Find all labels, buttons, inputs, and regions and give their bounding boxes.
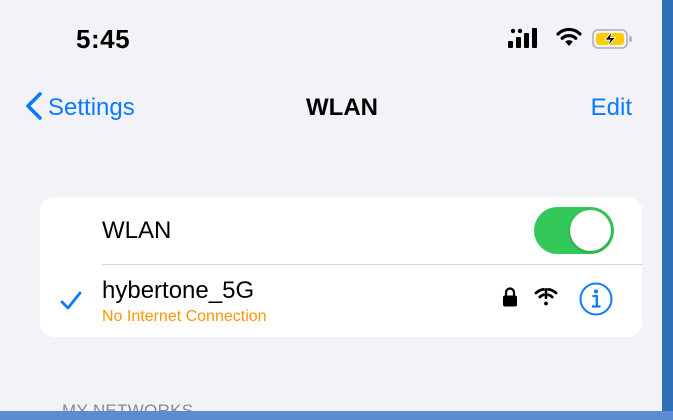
window-frame-right <box>662 0 673 420</box>
network-status: No Internet Connection <box>102 308 267 325</box>
status-icons <box>508 26 638 50</box>
network-name: hybertone_5G <box>102 277 255 304</box>
page-title: WLAN <box>0 94 662 122</box>
status-time: 5:45 <box>76 24 131 54</box>
connected-network-row[interactable]: hybertone_5G No Internet Connection <box>40 265 642 337</box>
checkmark-icon <box>60 291 82 316</box>
window-frame-bottom <box>0 411 673 420</box>
battery-charging-icon <box>592 28 634 55</box>
lock-icon <box>502 286 518 313</box>
page-title-text: WLAN <box>306 94 378 121</box>
cellular-signal-icon <box>508 27 542 54</box>
wlan-toggle-label: WLAN <box>102 217 172 244</box>
edit-button[interactable]: Edit <box>591 94 632 122</box>
wifi-icon <box>556 27 582 54</box>
wifi-no-internet-icon <box>534 287 558 312</box>
wlan-card: WLAN hybertone_5G No Internet Connection <box>40 197 642 337</box>
toggle-knob <box>570 210 611 251</box>
wlan-toggle-row: WLAN <box>40 197 642 265</box>
wlan-settings-screen: 5:45 Settings WLAN Edit WLAN hybertone_5… <box>0 0 662 420</box>
network-info-button[interactable] <box>578 281 614 322</box>
wlan-toggle-switch[interactable] <box>534 207 614 254</box>
